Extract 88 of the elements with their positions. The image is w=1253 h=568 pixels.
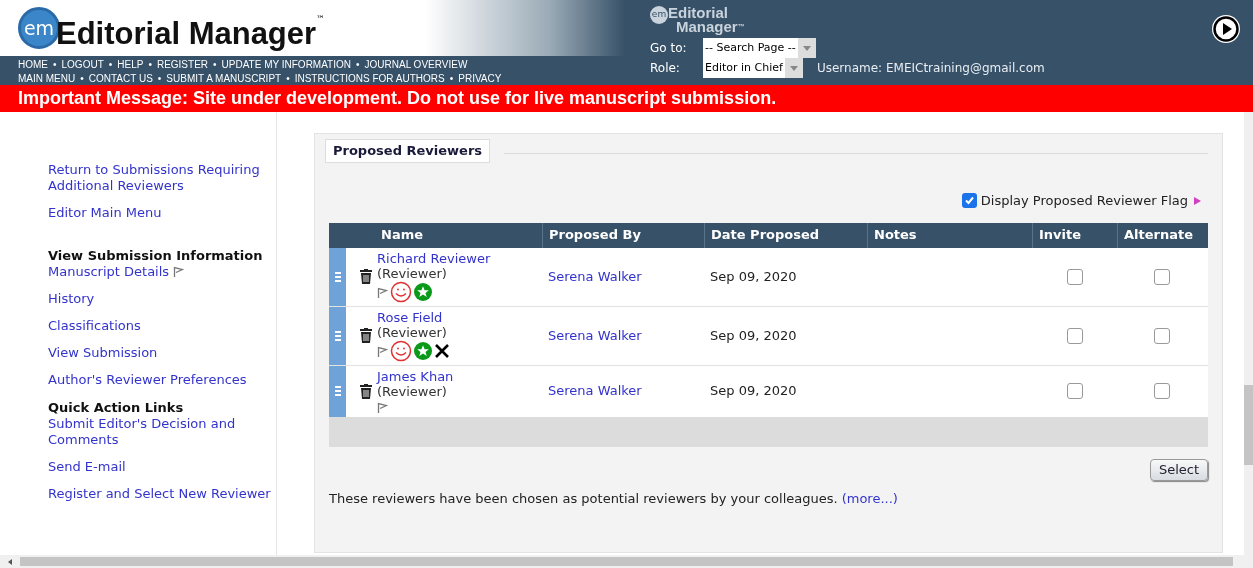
- username: Username: EMEICtraining@gmail.com: [816, 60, 1045, 77]
- nav-link[interactable]: REGISTER: [156, 59, 209, 71]
- column-header: Alternate: [1117, 222, 1206, 248]
- drag-handle[interactable]: [329, 365, 346, 417]
- sidebar-link[interactable]: Manuscript Details: [48, 264, 170, 280]
- sidebar-link[interactable]: Register and Select New Reviewer: [48, 486, 271, 502]
- separator-dot: •: [213, 59, 217, 71]
- more-link[interactable]: (more...): [841, 488, 898, 508]
- caret-icon: [789, 65, 798, 71]
- nav-link[interactable]: CONTACT US: [88, 73, 153, 85]
- panel-legend: Proposed Reviewers: [325, 139, 491, 163]
- drag-handle[interactable]: [329, 306, 346, 365]
- footer-text: These reviewers have been chosen as potential reviewers by your colleagues.: [329, 489, 838, 508]
- nav-link[interactable]: HELP: [117, 59, 144, 71]
- column-header: Proposed By: [542, 222, 704, 248]
- date-cell-text: Sep 09, 2020: [710, 382, 797, 401]
- smiley-icon: [390, 339, 412, 362]
- sidebar-link[interactable]: Editor Main Menu: [48, 205, 162, 221]
- separator-dot: •: [148, 59, 152, 71]
- column-header: Name: [380, 226, 424, 245]
- column-header: Invite: [1032, 222, 1117, 248]
- column-header: Date Proposed: [704, 222, 867, 248]
- checkbox-label: Display Proposed Reviewer Flag: [980, 192, 1188, 210]
- reviewer-name-link[interactable]: James Khan: [377, 368, 542, 384]
- nav-link[interactable]: SUBMIT A MANUSCRIPT: [166, 73, 282, 85]
- alternate-checkbox[interactable]: [1153, 268, 1170, 285]
- sidebar-link[interactable]: View Submission: [48, 345, 158, 361]
- scroll-left-icon[interactable]: [8, 558, 12, 565]
- close-icon: [434, 342, 450, 359]
- flag-icon: [377, 346, 388, 358]
- nav-link[interactable]: UPDATE MY INFORMATION: [221, 59, 351, 71]
- checkbox[interactable]: [961, 193, 977, 209]
- sidebar-link[interactable]: Classifications: [48, 318, 141, 334]
- alert-banner: Important Message: Site under development. Do not use for live manuscript submission.: [0, 85, 1253, 112]
- separator-dot: •: [286, 73, 290, 85]
- select-button[interactable]: Select: [1149, 458, 1208, 481]
- goto-label: Go to:: [650, 40, 688, 57]
- drag-handle[interactable]: [329, 247, 346, 306]
- column-header: Notes: [867, 222, 1032, 248]
- trash-icon[interactable]: [360, 328, 372, 343]
- role-label: Role:: [650, 60, 681, 77]
- nav-link[interactable]: MAIN MENU: [18, 73, 76, 85]
- nav-link[interactable]: INSTRUCTIONS FOR AUTHORS: [294, 73, 445, 85]
- reviewer-role: (Reviewer): [377, 265, 448, 281]
- separator-dot: •: [449, 73, 454, 85]
- trash-icon[interactable]: [360, 269, 372, 284]
- trash-icon[interactable]: [360, 383, 372, 399]
- sidebar-heading: View Submission Information: [48, 248, 264, 264]
- smiley-icon: [390, 280, 412, 303]
- proposer-link[interactable]: Serena Walker: [548, 266, 642, 287]
- caret-icon: [802, 45, 811, 51]
- nav-link[interactable]: LOGOUT: [61, 59, 104, 71]
- role-dropdown[interactable]: Editor in Chief: [703, 58, 803, 78]
- reviewer-role: (Reviewer): [377, 383, 448, 399]
- nav-link[interactable]: PRIVACY: [458, 73, 502, 85]
- sidebar-link[interactable]: History: [48, 291, 95, 307]
- sidebar-link[interactable]: Author's Reviewer Preferences: [48, 372, 247, 388]
- horizontal-scrollbar[interactable]: [0, 555, 1253, 568]
- nav-link[interactable]: JOURNAL OVERVIEW: [364, 59, 468, 71]
- reviewer-name-link[interactable]: Rose Field: [377, 309, 542, 325]
- invite-checkbox[interactable]: [1066, 383, 1083, 399]
- proposer-link[interactable]: Serena Walker: [548, 381, 642, 401]
- sidebar-link[interactable]: Submit Editor's Decision and Comments: [48, 416, 276, 448]
- separator-dot: •: [108, 59, 113, 71]
- trademark: ™: [316, 13, 326, 26]
- goto-dropdown[interactable]: -- Search Page --: [703, 38, 816, 58]
- invite-checkbox[interactable]: [1066, 327, 1083, 344]
- flag-icon: [377, 401, 388, 414]
- sidebar-link[interactable]: Return to Submissions Requiring Additional Reviewers: [48, 162, 276, 194]
- nav-link[interactable]: HOME: [18, 59, 48, 71]
- date-cell-text: Sep 09, 2020: [710, 267, 797, 286]
- alternate-checkbox[interactable]: [1153, 327, 1170, 344]
- date-cell-text: Sep 09, 2020: [710, 326, 797, 345]
- separator-dot: •: [53, 59, 57, 71]
- separator-dot: •: [80, 73, 84, 85]
- alternate-checkbox[interactable]: [1153, 383, 1170, 399]
- proposer-link[interactable]: Serena Walker: [548, 325, 642, 346]
- expand-icon[interactable]: [1192, 195, 1202, 206]
- play-icon[interactable]: [1211, 14, 1241, 44]
- sidebar-heading: Quick Action Links: [48, 400, 185, 416]
- flag-icon: [377, 287, 388, 299]
- reviewer-name-link[interactable]: Richard Reviewer: [377, 250, 542, 266]
- invite-checkbox[interactable]: [1066, 268, 1083, 285]
- separator-dot: •: [356, 59, 360, 71]
- reviewer-role: (Reviewer): [377, 324, 448, 340]
- sidebar-link[interactable]: Send E-mail: [48, 459, 126, 475]
- vertical-scrollbar[interactable]: [1244, 112, 1253, 555]
- separator-dot: •: [157, 73, 162, 85]
